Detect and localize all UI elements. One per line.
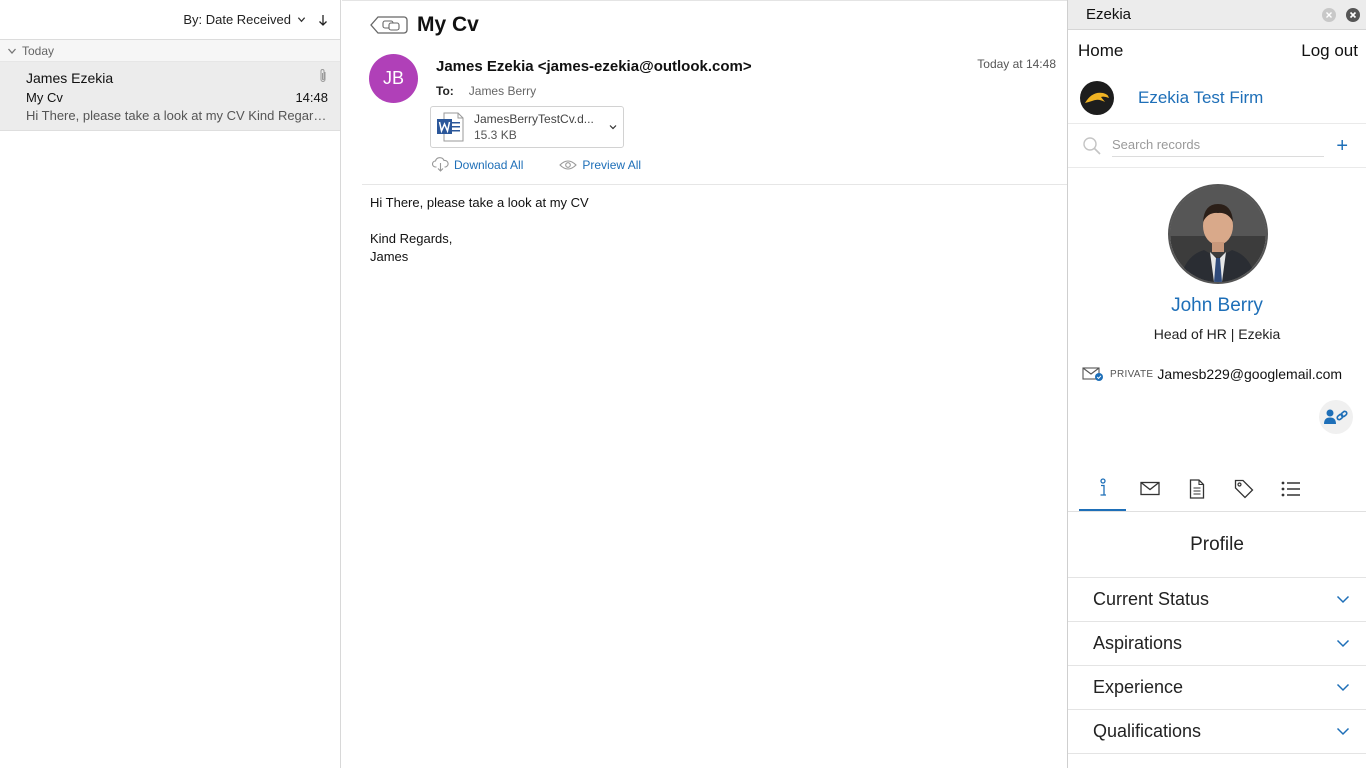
body-line: James <box>370 249 409 264</box>
message-sender: James Ezekia <box>26 70 114 86</box>
eye-icon <box>559 159 578 170</box>
preview-all-label: Preview All <box>582 157 642 172</box>
tab-info[interactable] <box>1079 466 1126 511</box>
sort-dropdown[interactable]: By: Date Received <box>183 12 306 27</box>
tab-mail[interactable] <box>1126 466 1173 511</box>
cloud-download-icon <box>432 157 449 172</box>
message-preview: Hi There, please take a look at my CV Ki… <box>26 108 328 123</box>
email-body: Hi There, please take a look at my CV Ki… <box>370 194 589 266</box>
accordion-aspirations[interactable]: Aspirations <box>1068 622 1366 666</box>
message-list-item[interactable]: James Ezekia My Cv 14:48 Hi There, pleas… <box>0 62 340 131</box>
tag-icon <box>1234 479 1253 498</box>
chevron-down-icon <box>8 48 16 54</box>
group-label: Today <box>22 43 55 58</box>
close-icon[interactable] <box>1346 8 1360 22</box>
chevron-down-icon[interactable] <box>609 123 617 131</box>
email-recipients: To: James Berry <box>436 84 536 98</box>
message-subject: My Cv <box>26 90 63 105</box>
preview-all-link[interactable]: Preview All <box>559 157 641 172</box>
chevron-down-icon <box>1336 683 1350 692</box>
tab-list[interactable] <box>1267 466 1314 511</box>
contact-photo <box>1168 184 1268 284</box>
addin-nav: Home Log out <box>1068 30 1366 72</box>
contact-email-row: PRIVATE Jamesb229@googlemail.com <box>1082 366 1342 382</box>
search-input[interactable] <box>1112 134 1324 157</box>
reading-pane: My Cv JB James Ezekia <james-ezekia@outl… <box>342 0 1067 768</box>
body-line: Hi There, please take a look at my CV <box>370 195 589 210</box>
addin-title: Ezekia <box>1086 6 1132 23</box>
dolphin-logo-icon <box>1085 92 1109 103</box>
email-from[interactable]: James Ezekia <james-ezekia@outlook.com> <box>436 58 752 75</box>
group-header-today[interactable]: Today <box>0 40 340 62</box>
accordion-current-status[interactable]: Current Status <box>1068 578 1366 622</box>
header-divider <box>362 184 1067 185</box>
link-contact-button[interactable] <box>1319 400 1353 434</box>
person-portrait-icon <box>1170 186 1266 282</box>
body-line: Kind Regards, <box>370 231 453 246</box>
person-link-icon <box>1324 409 1348 424</box>
accordion-label: Experience <box>1093 677 1184 697</box>
download-all-label: Download All <box>454 157 524 172</box>
message-list-pane: By: Date Received Today James Ezekia My … <box>0 0 341 768</box>
logout-link[interactable]: Log out <box>1301 41 1358 61</box>
chevron-down-icon <box>1336 595 1350 604</box>
word-doc-icon <box>437 112 464 142</box>
search-icon <box>1083 136 1101 155</box>
sender-avatar: JB <box>369 54 418 103</box>
verified-mail-icon <box>1082 367 1103 381</box>
attachment-card[interactable]: JamesBerryTestCv.d... 15.3 KB <box>430 106 624 148</box>
add-record-button[interactable]: + <box>1336 136 1348 156</box>
firm-logo <box>1080 80 1114 115</box>
search-row: + <box>1068 124 1366 168</box>
sort-direction-arrow-icon[interactable] <box>318 14 328 26</box>
firm-row[interactable]: Ezekia Test Firm <box>1068 72 1366 124</box>
section-title: Profile <box>1068 512 1366 578</box>
mail-app-window: By: Date Received Today James Ezekia My … <box>0 0 1366 768</box>
accordion-experience[interactable]: Experience <box>1068 666 1366 710</box>
accordion-label: Aspirations <box>1093 633 1183 653</box>
pin-icon[interactable] <box>1322 8 1336 22</box>
home-link[interactable]: Home <box>1078 41 1123 61</box>
to-recipient[interactable]: James Berry <box>469 84 536 98</box>
chevron-down-icon <box>1336 639 1350 648</box>
accordion-label: Qualifications <box>1093 721 1202 741</box>
download-all-link[interactable]: Download All <box>432 157 523 172</box>
chevron-down-icon <box>297 17 306 23</box>
conversation-icon[interactable] <box>370 13 408 37</box>
sort-label: By: Date Received <box>183 12 291 27</box>
tab-documents[interactable] <box>1173 466 1220 511</box>
email-date: Today at 14:48 <box>977 57 1056 71</box>
contact-card: John Berry Head of HR | Ezekia PRIVATE J… <box>1068 168 1366 466</box>
tab-tags[interactable] <box>1220 466 1267 511</box>
ezekia-addin-pane: Ezekia Home Log out Ezekia Test Firm Sea… <box>1067 0 1366 768</box>
accordion-qualifications[interactable]: Qualifications <box>1068 710 1366 754</box>
info-icon <box>1099 477 1106 496</box>
addin-titlebar: Ezekia <box>1068 0 1366 30</box>
document-icon <box>1189 478 1204 499</box>
attachment-name: JamesBerryTestCv.d... <box>474 112 594 126</box>
attachment-actions: Download All Preview All <box>432 157 641 172</box>
paperclip-icon <box>320 69 326 82</box>
message-time: 14:48 <box>295 90 328 105</box>
message-list-toolbar: By: Date Received <box>0 0 340 40</box>
list-icon <box>1281 481 1300 496</box>
contact-email[interactable]: Jamesb229@googlemail.com <box>1157 366 1342 382</box>
attachment-size: 15.3 KB <box>474 128 517 142</box>
contact-name[interactable]: John Berry <box>1068 295 1366 317</box>
email-subject: My Cv <box>417 13 479 36</box>
chevron-down-icon <box>1336 727 1350 736</box>
accordion-label: Current Status <box>1093 589 1210 609</box>
to-label: To: <box>436 84 454 98</box>
email-type-tag: PRIVATE <box>1110 368 1154 380</box>
firm-name[interactable]: Ezekia Test Firm <box>1138 88 1263 108</box>
record-tabs <box>1068 466 1366 511</box>
mail-icon <box>1139 481 1160 496</box>
contact-title: Head of HR | Ezekia <box>1153 326 1281 342</box>
